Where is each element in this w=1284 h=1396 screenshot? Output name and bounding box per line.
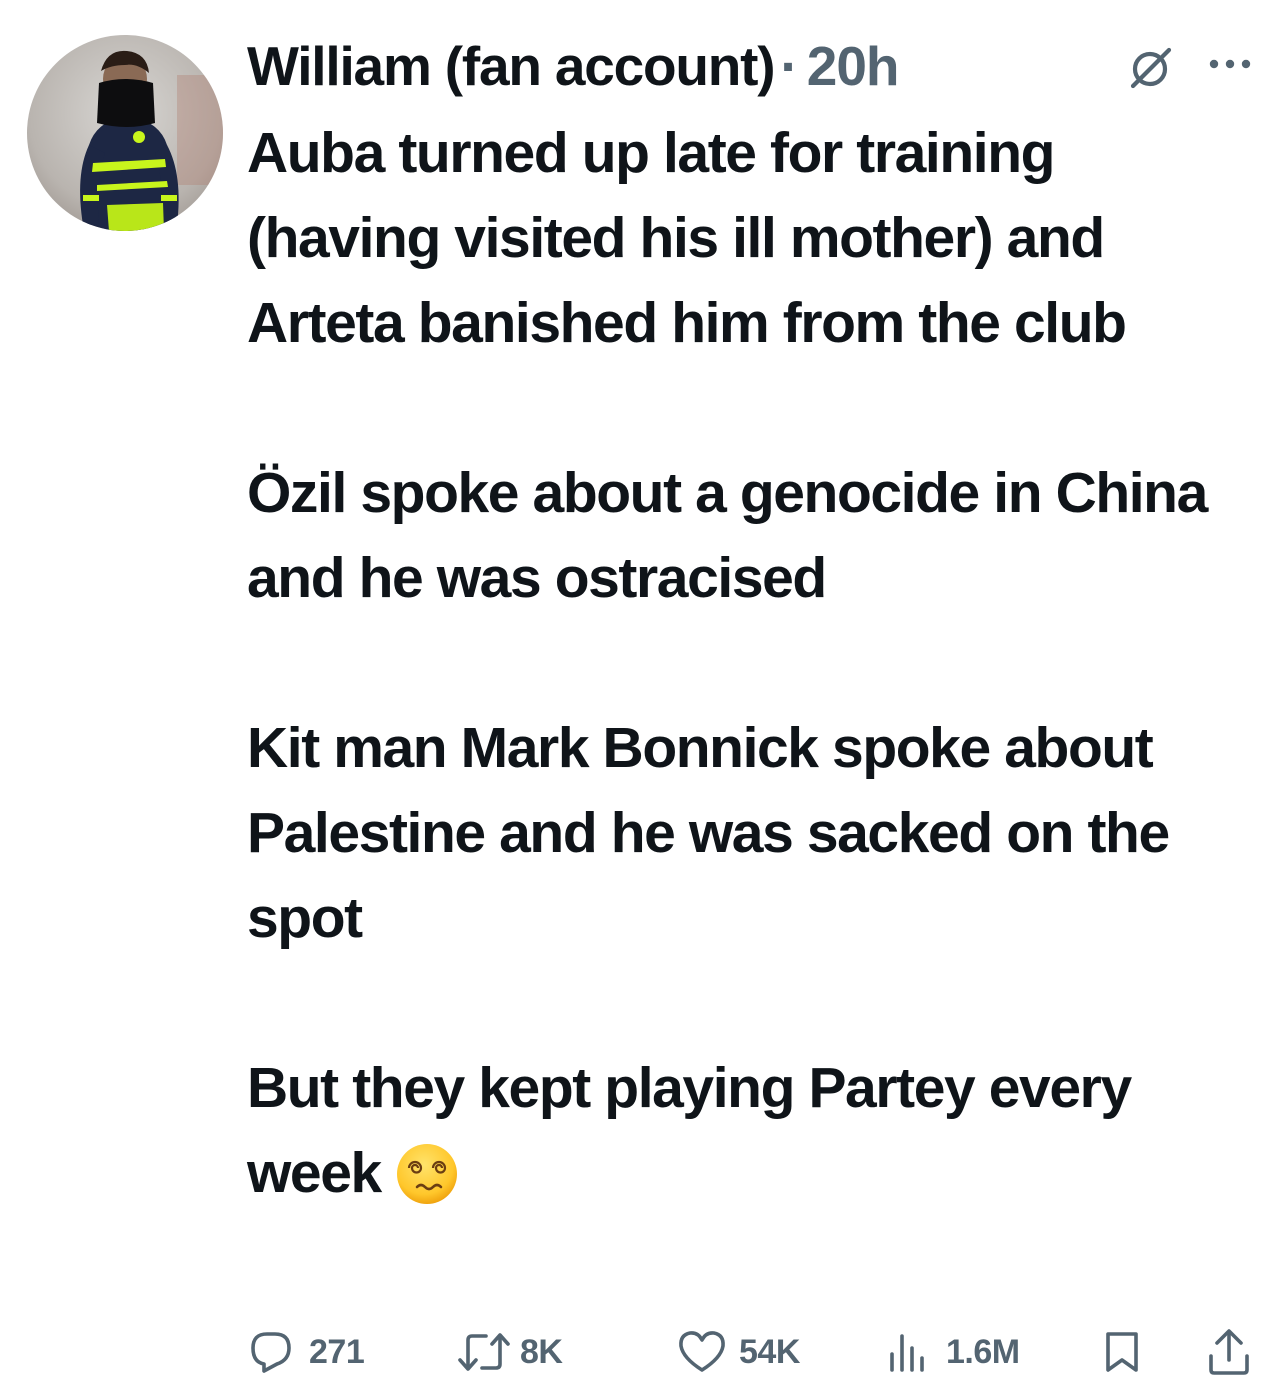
repost-icon: [458, 1333, 510, 1371]
views-icon: [890, 1334, 924, 1372]
avatar[interactable]: [27, 35, 223, 231]
tweet-text: Auba turned up late for training (having…: [247, 111, 1257, 1216]
face-with-spiral-eyes-icon: [396, 1144, 457, 1204]
tweet-paragraph-2: Özil spoke about a genocide in China and…: [247, 461, 1208, 610]
bookmark-icon: [1106, 1332, 1138, 1372]
like-button[interactable]: 54K: [677, 1322, 800, 1382]
reply-icon: [251, 1332, 291, 1373]
repost-button[interactable]: 8K: [456, 1322, 563, 1382]
timestamp[interactable]: 20h: [807, 34, 900, 98]
tweet-paragraph-4-wrap: But they kept playing Partey every week: [247, 1046, 1257, 1216]
share-icon: [1209, 1329, 1249, 1375]
share-button[interactable]: [1205, 1322, 1253, 1382]
like-icon: [679, 1331, 725, 1372]
reply-button[interactable]: 271: [247, 1322, 365, 1382]
bookmark-button[interactable]: [1100, 1322, 1144, 1382]
views-count: 1.6M: [946, 1332, 1020, 1371]
tweet-paragraph-1: Auba turned up late for training (having…: [247, 121, 1127, 355]
views-button[interactable]: 1.6M: [886, 1322, 1020, 1382]
repost-count: 8K: [520, 1332, 563, 1371]
reply-count: 271: [309, 1332, 365, 1371]
author-name[interactable]: William (fan account): [247, 34, 776, 98]
like-count: 54K: [739, 1332, 800, 1371]
tweet-paragraph-3: Kit man Mark Bonnick spoke about Palesti…: [247, 716, 1170, 950]
grok-icon[interactable]: [1127, 44, 1175, 92]
separator-dot: ·: [780, 35, 799, 97]
avatar-photo: [27, 35, 223, 231]
more-icon[interactable]: [1206, 52, 1254, 76]
tweet-header: William (fan account) · 20h: [247, 28, 900, 104]
tweet-paragraph-4: But they kept playing Partey every week: [247, 1056, 1132, 1205]
action-bar: 271 8K 54K 1.6M: [247, 1322, 1259, 1382]
